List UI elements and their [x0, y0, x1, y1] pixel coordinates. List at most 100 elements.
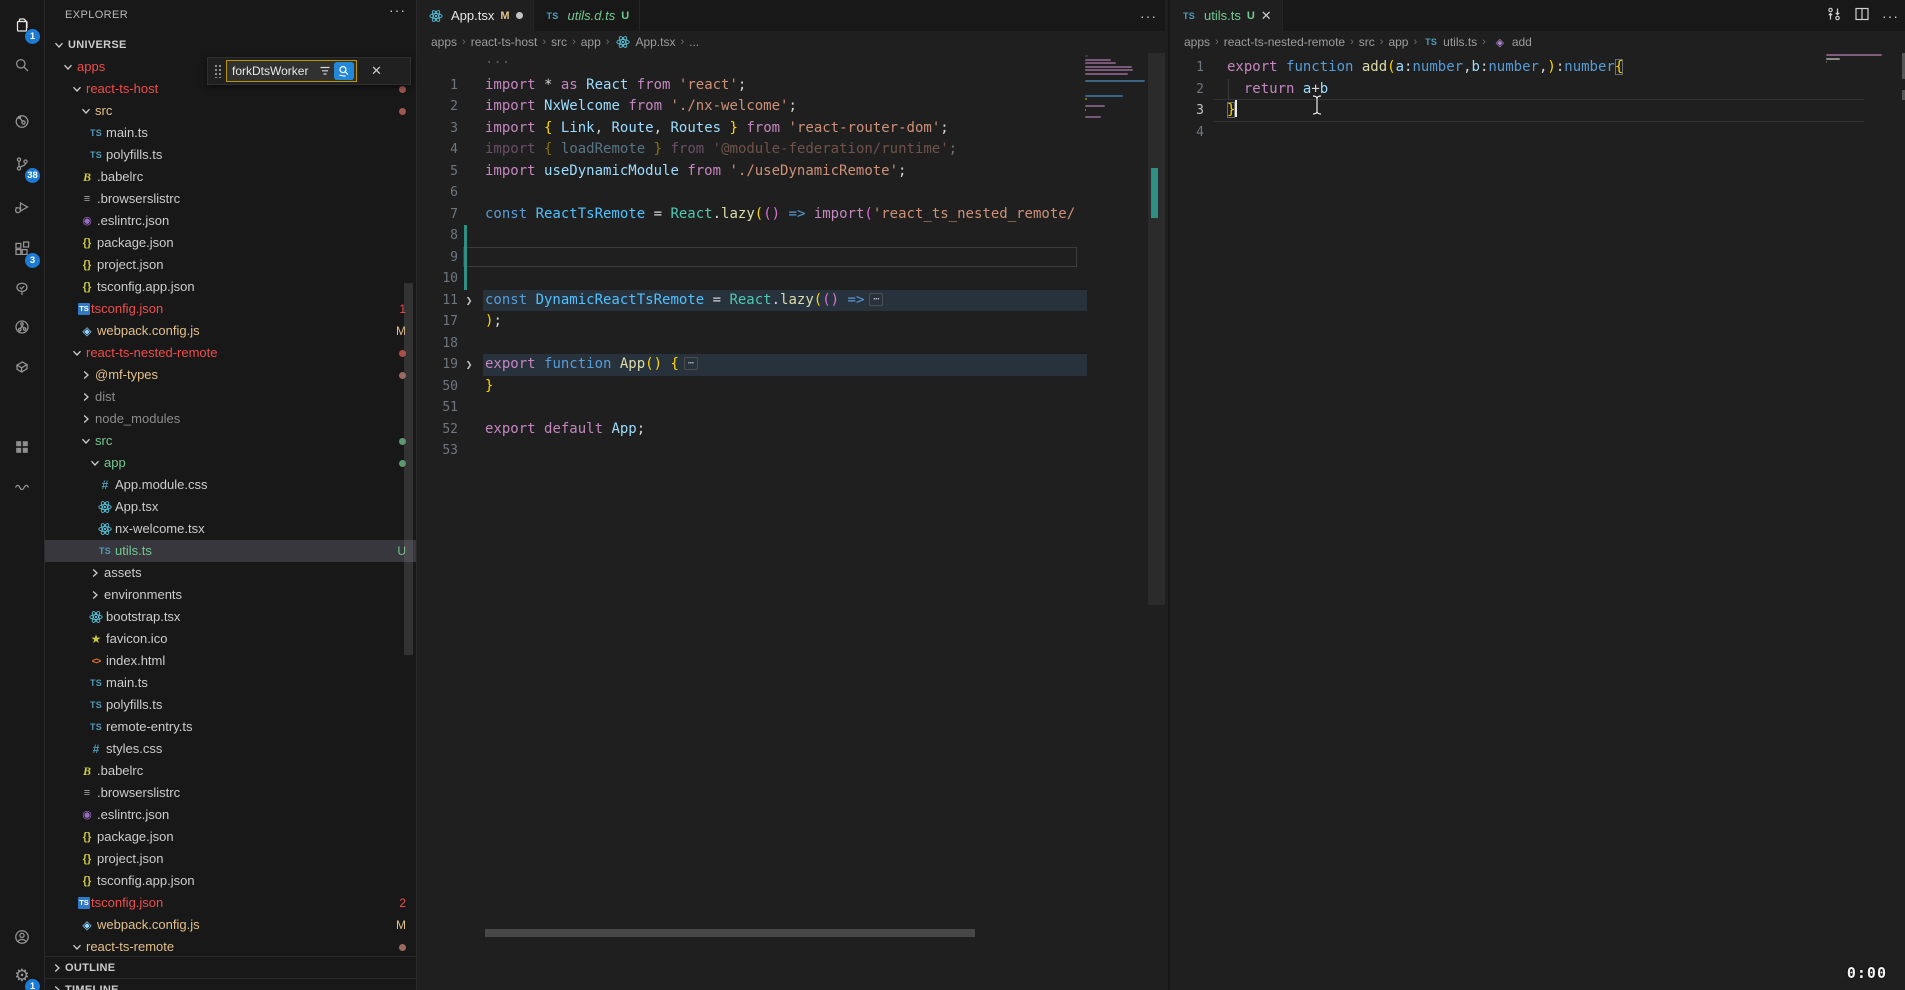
code-left[interactable]: ···1import * as React from 'react';2impo…	[417, 53, 1165, 462]
tree-find-input[interactable]: forkDtsWorker	[226, 60, 357, 82]
breadcrumb-app[interactable]: app	[1388, 35, 1408, 49]
code-line-17[interactable]: 17);	[417, 311, 1165, 333]
tree-item-babelrc[interactable]: B.babelrc	[45, 166, 416, 188]
split-editor-icon[interactable]	[1854, 6, 1870, 25]
activitybar-live-preview-icon[interactable]	[0, 470, 44, 504]
sidebar-scrollbar[interactable]	[404, 283, 413, 655]
more-actions-icon[interactable]: ···	[1882, 8, 1899, 24]
tree-item-app-tsx[interactable]: App.tsx	[45, 496, 416, 518]
activitybar-project-tree-icon[interactable]	[0, 272, 44, 306]
find-query-text[interactable]: forkDtsWorker	[232, 64, 316, 78]
code-line-52[interactable]: 52export default App;	[417, 419, 1165, 441]
tree-folder-mf-types[interactable]: @mf-types	[45, 364, 416, 386]
breadcrumb-src[interactable]: src	[1359, 35, 1375, 49]
tree-item-polyfills-ts[interactable]: TSpolyfills.ts	[45, 144, 416, 166]
tree-folder-react-ts-nested-remote[interactable]: react-ts-nested-remote	[45, 342, 416, 364]
breadcrumb-app-tsx[interactable]: App.tsx	[614, 35, 675, 49]
tree-item-eslintrc-json[interactable]: ◉.eslintrc.json	[45, 804, 416, 826]
activitybar-settings-icon[interactable]: ⚙1	[0, 958, 44, 990]
code-line-11[interactable]: 11❯const DynamicReactTsRemote = React.la…	[417, 290, 1165, 312]
tree-folder-src[interactable]: src	[45, 100, 416, 122]
tree-item-browserslistrc[interactable]: ≡.browserslistrc	[45, 782, 416, 804]
tree-item-tsconfig-app-json[interactable]: {}tsconfig.app.json	[45, 276, 416, 298]
tree-item-eslintrc-json[interactable]: ◉.eslintrc.json	[45, 210, 416, 232]
tree-item-tsconfig-app-json[interactable]: {}tsconfig.app.json	[45, 870, 416, 892]
horizontal-scrollbar[interactable]	[485, 929, 975, 937]
code-line[interactable]: ···	[417, 53, 1165, 75]
tree-item-tsconfig-json[interactable]: TStsconfig.json1	[45, 298, 416, 320]
tree-folder-environments[interactable]: environments	[45, 584, 416, 606]
activitybar-extensions-icon[interactable]: 3	[0, 232, 44, 266]
tab-app-tsx[interactable]: App.tsxM	[417, 0, 534, 31]
tree-item-package-json[interactable]: {}package.json	[45, 232, 416, 254]
code-line-2[interactable]: 2import NxWelcome from './nx-welcome';	[417, 96, 1165, 118]
tree-folder-universe[interactable]: UNIVERSE	[45, 34, 416, 56]
tree-item-package-json[interactable]: {}package.json	[45, 826, 416, 848]
folded-code-ellipsis[interactable]: ⋯	[684, 357, 698, 370]
tree-item-remote-entry-ts[interactable]: TSremote-entry.ts	[45, 716, 416, 738]
tree-item-favicon-ico[interactable]: ★favicon.ico	[45, 628, 416, 650]
activitybar-source-control-icon[interactable]: 38	[0, 147, 44, 181]
tree-item-utils-ts[interactable]: TSutils.tsU	[45, 540, 416, 562]
tree-item-browserslistrc[interactable]: ≡.browserslistrc	[45, 188, 416, 210]
overview-ruler-right[interactable]	[1901, 40, 1905, 240]
code-line-51[interactable]: 51	[417, 397, 1165, 419]
code-line-7[interactable]: 7const ReactTsRemote = React.lazy(() => …	[417, 204, 1165, 226]
scrollbar-thumb[interactable]	[1148, 53, 1165, 605]
activitybar-panel-grid-icon[interactable]	[0, 430, 44, 464]
tree-item-nx-welcome-tsx[interactable]: nx-welcome.tsx	[45, 518, 416, 540]
sidebar-more-icon[interactable]: ···	[389, 2, 406, 18]
tree-item-tsconfig-json[interactable]: TStsconfig.json2	[45, 892, 416, 914]
tree-item-babelrc[interactable]: B.babelrc	[45, 760, 416, 782]
activitybar-gitlens-icon[interactable]	[0, 310, 44, 344]
tab-utils-d-ts[interactable]: TSutils.d.tsU	[534, 0, 641, 31]
dirty-indicator-icon[interactable]	[516, 12, 523, 19]
tree-item-webpack-config-js[interactable]: ◈webpack.config.jsM	[45, 914, 416, 936]
tree-item-app-module-css[interactable]: #App.module.css	[45, 474, 416, 496]
open-changes-icon[interactable]	[1826, 6, 1842, 25]
code-line-10[interactable]: 10	[417, 268, 1165, 290]
breadcrumb-react-ts-host[interactable]: react-ts-host	[471, 35, 538, 49]
code-line-3[interactable]: 3}	[1170, 100, 1905, 122]
tree-item-bootstrap-tsx[interactable]: bootstrap.tsx	[45, 606, 416, 628]
code-line-9[interactable]: 9	[417, 247, 1165, 269]
activitybar-run-and-debug-icon[interactable]	[0, 190, 44, 224]
tree-folder-react-ts-remote[interactable]: react-ts-remote	[45, 936, 416, 958]
tree-item-project-json[interactable]: {}project.json	[45, 254, 416, 276]
breadcrumb-app[interactable]: app	[581, 35, 601, 49]
close-icon[interactable]: ✕	[371, 63, 382, 79]
breadcrumb-src[interactable]: src	[551, 35, 567, 49]
activitybar-explorer-icon[interactable]: 1	[0, 8, 44, 42]
tree-item-main-ts[interactable]: TSmain.ts	[45, 122, 416, 144]
breadcrumb-add[interactable]: ◈add	[1491, 35, 1532, 49]
activitybar-search-icon[interactable]	[0, 48, 44, 82]
tree-item-project-json[interactable]: {}project.json	[45, 848, 416, 870]
tab-utils-ts[interactable]: TSutils.tsU✕	[1170, 0, 1283, 31]
breadcrumb-apps[interactable]: apps	[431, 35, 457, 49]
tree-item-styles-css[interactable]: #styles.css	[45, 738, 416, 760]
fuzzy-search-button[interactable]	[334, 62, 354, 80]
tree-folder-src[interactable]: src	[45, 430, 416, 452]
activitybar-accounts-icon[interactable]	[0, 920, 44, 954]
tree-folder-app[interactable]: app	[45, 452, 416, 474]
code-line-4[interactable]: 4	[1170, 122, 1905, 144]
code-right[interactable]: 1export function add(a:number,b:number,)…	[1170, 57, 1905, 143]
sidebar-section-timeline[interactable]: TIMELINE	[45, 978, 416, 990]
code-line-6[interactable]: 6	[417, 182, 1165, 204]
fold-chevron-icon[interactable]: ❯	[461, 354, 477, 376]
tree-folder-dist[interactable]: dist	[45, 386, 416, 408]
code-line-18[interactable]: 18	[417, 333, 1165, 355]
close-icon[interactable]: ✕	[1261, 8, 1272, 24]
folded-code-ellipsis[interactable]: ⋯	[869, 293, 883, 306]
breadcrumb-utils-ts[interactable]: TSutils.ts	[1422, 35, 1477, 49]
tree-item-webpack-config-js[interactable]: ◈webpack.config.jsM	[45, 320, 416, 342]
filter-icon[interactable]	[319, 65, 331, 77]
tree-folder-assets[interactable]: assets	[45, 562, 416, 584]
code-line-53[interactable]: 53	[417, 440, 1165, 462]
activitybar-source-control-graph-icon[interactable]	[0, 104, 44, 138]
overview-ruler-left[interactable]	[1148, 53, 1165, 982]
code-line-5[interactable]: 5import useDynamicModule from './useDyna…	[417, 161, 1165, 183]
activitybar-nx-console-icon[interactable]	[0, 350, 44, 384]
more-actions-icon[interactable]: ···	[1140, 8, 1157, 24]
breadcrumb-[interactable]: ...	[689, 35, 699, 49]
